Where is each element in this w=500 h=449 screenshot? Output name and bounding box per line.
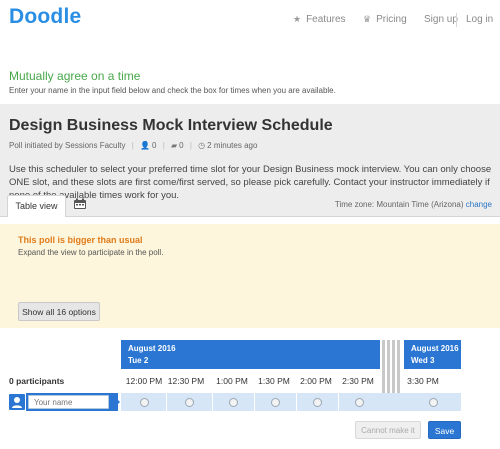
timezone: Time zone: Mountain Time (Arizona) chang…	[335, 200, 492, 209]
date-month: August 2016	[128, 344, 176, 353]
timezone-label: Time zone: Mountain Time (Arizona)	[334, 200, 464, 209]
time-slot: 2:00 PM	[300, 376, 332, 386]
agree-subtitle: Enter your name in the input field below…	[9, 86, 336, 95]
collapsed-columns-row	[380, 393, 404, 411]
nav-features[interactable]: ★ Features	[293, 14, 346, 25]
time-slot-checkbox[interactable]	[429, 398, 438, 407]
date-day: Tue 2	[128, 356, 149, 365]
time-slot: 2:30 PM	[342, 376, 374, 386]
meta-divider: |	[189, 141, 192, 150]
cannot-make-it-button[interactable]: Cannot make it	[355, 421, 421, 439]
time-slot: 1:30 PM	[258, 376, 290, 386]
cell-divider	[296, 393, 297, 411]
save-button[interactable]: Save	[428, 421, 461, 439]
time-slot-checkbox[interactable]	[185, 398, 194, 407]
nav-signup[interactable]: Sign up	[424, 14, 458, 25]
date-month: August 2016	[411, 344, 459, 353]
time-slot-checkbox[interactable]	[313, 398, 322, 407]
meta-divider: |	[131, 141, 134, 150]
date-header-day1: August 2016 Tue 2	[121, 340, 380, 369]
meta-divider: |	[162, 141, 165, 150]
user-avatar-icon	[9, 394, 25, 410]
person-icon: 👤	[140, 141, 151, 150]
nav-pricing[interactable]: ♛ Pricing	[363, 14, 407, 25]
time-slot-checkbox[interactable]	[229, 398, 238, 407]
nav-divider	[456, 13, 457, 27]
updated-time: 2 minutes ago	[207, 141, 258, 150]
clock-icon: ◷	[198, 141, 206, 150]
crown-icon: ♛	[363, 14, 372, 24]
nav-pricing-label: Pricing	[376, 14, 407, 25]
cell-divider	[254, 393, 255, 411]
date-header-day2: August 2016 Wed 3	[404, 340, 461, 369]
cell-divider	[166, 393, 167, 411]
participants-count-label: 0 participants	[9, 376, 65, 386]
tab-table-view[interactable]: Table view	[7, 195, 66, 217]
cell-divider	[212, 393, 213, 411]
participant-entry-row	[121, 393, 461, 411]
poll-description: Use this scheduler to select your prefer…	[9, 164, 492, 201]
person-icon	[12, 397, 22, 408]
comment-icon: ▰	[171, 141, 178, 150]
nav-features-label: Features	[306, 14, 346, 25]
poll-initiator: Poll initiated by Sessions Faculty	[9, 141, 126, 150]
doodle-logo[interactable]: Doodle	[9, 5, 81, 29]
nav-login[interactable]: Log in	[466, 14, 493, 25]
time-slot: 1:00 PM	[216, 376, 248, 386]
calendar-icon[interactable]	[73, 198, 87, 210]
poll-meta: Poll initiated by Sessions Faculty | 👤 0 …	[9, 141, 257, 150]
cell-divider	[338, 393, 339, 411]
warning-subtitle: Expand the view to participate in the po…	[18, 248, 164, 257]
top-header: Doodle ★ Features ♛ Pricing Sign up Log in	[0, 0, 500, 40]
name-input[interactable]	[28, 395, 109, 409]
time-slot-checkbox[interactable]	[355, 398, 364, 407]
tab-bar-divider	[0, 216, 500, 217]
show-all-options-button[interactable]: Show all 16 options	[18, 302, 100, 321]
poll-title: Design Business Mock Interview Schedule	[9, 117, 333, 134]
star-icon: ★	[293, 14, 302, 24]
warning-title: This poll is bigger than usual	[18, 235, 143, 245]
date-day: Wed 3	[411, 356, 435, 365]
participants-count: 0	[152, 141, 157, 150]
agree-title: Mutually agree on a time	[9, 69, 141, 83]
time-slot: 12:30 PM	[167, 376, 205, 386]
time-slot-checkbox[interactable]	[271, 398, 280, 407]
comments-count: 0	[179, 141, 184, 150]
timezone-change-link[interactable]: change	[466, 200, 492, 209]
time-slot-checkbox[interactable]	[140, 398, 149, 407]
name-entry-arrow	[111, 393, 120, 411]
time-slot: 3:30 PM	[407, 376, 439, 386]
time-slot: 12:00 PM	[125, 376, 163, 386]
